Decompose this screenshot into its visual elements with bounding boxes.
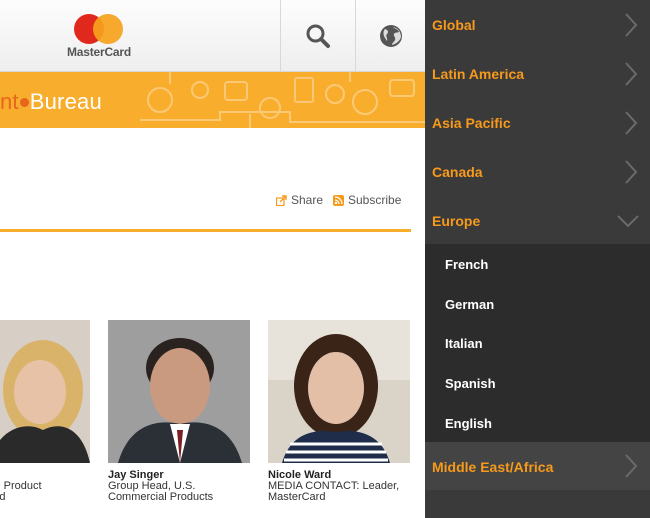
person-title: Commercial Products bbox=[108, 491, 214, 503]
region-item-label: Europe bbox=[432, 213, 481, 229]
region-item-label: Canada bbox=[432, 164, 483, 180]
region-item-latin-america[interactable]: Latin America bbox=[425, 49, 650, 98]
language-item-italian[interactable]: Italian bbox=[445, 336, 483, 351]
europe-language-list: French German Italian Spanish English bbox=[425, 244, 650, 442]
language-item-spanish[interactable]: Spanish bbox=[445, 376, 496, 391]
share-label: Share bbox=[291, 193, 324, 207]
banner-dot-icon bbox=[19, 98, 29, 108]
chevron-right-icon bbox=[625, 13, 638, 37]
person-card[interactable]: Jay Singer Group Head, U.S. Commercial P… bbox=[108, 320, 250, 503]
subscribe-link[interactable]: Subscribe bbox=[333, 193, 401, 207]
globe-icon bbox=[379, 25, 402, 47]
banner-pattern-graphic bbox=[140, 72, 425, 128]
region-button[interactable] bbox=[355, 0, 425, 72]
language-item-german[interactable]: German bbox=[445, 297, 494, 312]
mastercard-logo[interactable]: MasterCard bbox=[64, 12, 134, 62]
person-photo bbox=[0, 320, 90, 463]
banner-title: nt Bureau bbox=[0, 89, 102, 115]
chevron-right-icon bbox=[625, 454, 638, 478]
region-item-label: Middle East/Africa bbox=[432, 459, 554, 475]
section-divider bbox=[0, 229, 411, 232]
region-item-canada[interactable]: Canada bbox=[425, 147, 650, 196]
chevron-down-icon bbox=[617, 215, 639, 228]
region-item-label: Latin America bbox=[432, 66, 525, 82]
rss-icon bbox=[333, 194, 344, 206]
newsroom-page: MasterCard nt Bureau Share Subscribe Pro… bbox=[0, 0, 425, 518]
person-title: MasterCard bbox=[0, 491, 6, 503]
share-icon bbox=[276, 194, 287, 206]
mastercard-logo-circles bbox=[74, 14, 124, 44]
search-icon bbox=[306, 24, 330, 48]
person-photo bbox=[108, 320, 250, 463]
subscribe-label: Subscribe bbox=[348, 193, 402, 207]
region-item-global[interactable]: Global bbox=[425, 0, 650, 49]
region-item-europe[interactable]: Europe bbox=[425, 196, 650, 245]
share-link[interactable]: Share bbox=[276, 193, 323, 207]
region-item-asia-pacific[interactable]: Asia Pacific bbox=[425, 98, 650, 147]
person-card[interactable]: Nicole Ward MEDIA CONTACT: Leader, Maste… bbox=[268, 320, 410, 503]
banner-title-prefix: nt bbox=[0, 89, 19, 114]
person-title: ad for U.S. Product bbox=[0, 480, 42, 492]
region-menu: Global Latin America Asia Pacific Canada… bbox=[425, 0, 650, 518]
site-header: MasterCard bbox=[0, 0, 425, 72]
search-button[interactable] bbox=[280, 0, 354, 72]
language-item-english[interactable]: English bbox=[445, 416, 492, 431]
region-item-label: Asia Pacific bbox=[432, 115, 511, 131]
person-card[interactable]: alfany ad for U.S. Product MasterCard bbox=[0, 320, 90, 503]
region-item-middle-east-africa[interactable]: Middle East/Africa bbox=[425, 442, 650, 490]
language-item-french[interactable]: French bbox=[445, 257, 488, 272]
logo-text: MasterCard bbox=[66, 45, 132, 59]
region-item-label: Global bbox=[432, 17, 476, 33]
digital-bureau-banner: nt Bureau bbox=[0, 72, 425, 128]
chevron-right-icon bbox=[625, 160, 638, 184]
person-photo bbox=[268, 320, 410, 463]
person-title: MasterCard bbox=[268, 491, 326, 503]
banner-title-main: Bureau bbox=[29, 89, 102, 114]
chevron-right-icon bbox=[625, 62, 638, 86]
chevron-right-icon bbox=[625, 111, 638, 135]
